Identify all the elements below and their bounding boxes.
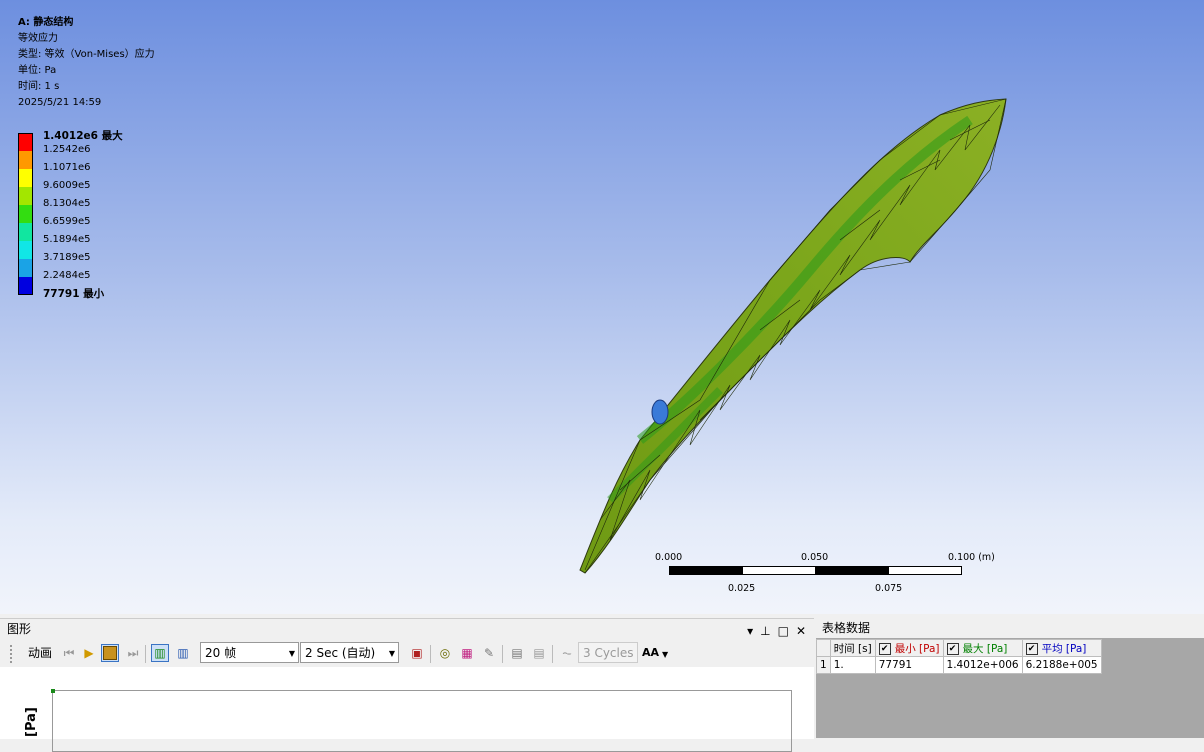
- table-pane-title: 表格数据: [822, 621, 871, 635]
- play-icon[interactable]: ▶: [80, 644, 98, 662]
- graph-area[interactable]: [Pa]: [0, 667, 814, 752]
- aa-dropdown-icon[interactable]: ▼: [662, 645, 668, 665]
- plot-origin-marker: [51, 689, 55, 693]
- cell-min[interactable]: 77791: [874, 656, 944, 674]
- aa-button[interactable]: AA: [642, 643, 659, 663]
- graphics-viewport[interactable]: A: 静态结构 等效应力 类型: 等效（Von-Mises）应力 单位: Pa …: [0, 0, 1204, 614]
- tabular-data-pane: 表格数据 时间 [s] ✔ 最小 [Pa] ✔ 最大 [Pa] ✔ 平均 [Pa] 1…: [816, 618, 1204, 738]
- result-sets-icon[interactable]: ▥: [174, 644, 192, 662]
- toolbar-separator: [145, 645, 146, 663]
- column-header-max[interactable]: ✔ 最大 [Pa]: [942, 639, 1023, 657]
- checkbox-min[interactable]: ✔: [878, 642, 891, 655]
- previous-frame-icon[interactable]: ⏮: [60, 644, 78, 662]
- table-row[interactable]: 1 1. 77791 1.4012e+006 6.2188e+005: [816, 656, 1102, 674]
- next-frame-icon[interactable]: ⏭: [124, 644, 142, 662]
- scale-label-100: 0.100 (m): [948, 552, 995, 563]
- tabular-data-table[interactable]: 时间 [s] ✔ 最小 [Pa] ✔ 最大 [Pa] ✔ 平均 [Pa] 1 1. 7…: [816, 639, 1102, 674]
- probe-icon[interactable]: ✎: [480, 644, 498, 662]
- frames-value: 20 帧: [205, 646, 237, 660]
- scale-bar: 0.000 0.050 0.100 (m) 0.025 0.075: [640, 550, 1010, 600]
- scale-segment-3: [815, 566, 889, 575]
- maximize-icon[interactable]: □: [778, 621, 789, 641]
- scale-segment-4: [888, 566, 962, 575]
- model-body[interactable]: [579, 98, 1007, 574]
- duration-select[interactable]: 2 Sec (自动) ▼: [300, 642, 399, 663]
- stop-icon: [103, 646, 117, 660]
- scale-segment-2: [742, 566, 816, 575]
- cycles-value: 3 Cycles: [583, 646, 634, 660]
- cell-avg[interactable]: 6.2188e+005: [1021, 656, 1102, 674]
- scale-label-025: 0.025: [728, 583, 756, 594]
- cycles-input[interactable]: 3 Cycles: [578, 642, 638, 663]
- column-header-min[interactable]: ✔ 最小 [Pa]: [874, 639, 944, 657]
- row-index: 1: [816, 656, 831, 674]
- distributed-frames-icon[interactable]: ▥: [151, 644, 169, 662]
- stress-contour-model[interactable]: [0, 0, 1204, 614]
- cell-max[interactable]: 1.4012e+006: [942, 656, 1023, 674]
- column-header-avg[interactable]: ✔ 平均 [Pa]: [1021, 639, 1102, 657]
- scale-label-075: 0.075: [875, 583, 903, 594]
- graph-pane-title: 图形: [7, 622, 32, 636]
- y-axis-label: [Pa]: [24, 707, 39, 737]
- cell-time[interactable]: 1.: [829, 656, 876, 674]
- column-header-time[interactable]: 时间 [s]: [829, 639, 876, 657]
- scale-label-050: 0.050: [801, 552, 829, 563]
- chevron-down-icon: ▼: [388, 649, 395, 658]
- graph-pane: 图形 ▾ ⊥ □ ✕ 动画 ⏮ ▶ ⏭ ▥ ▥ 20 帧 ▼ 2 Sec (自动)…: [0, 618, 814, 752]
- chevron-down-icon: ▼: [288, 649, 295, 658]
- toolbar-separator: [502, 645, 503, 663]
- pane-menu-icon[interactable]: ▾: [747, 621, 753, 641]
- scale-label-0: 0.000: [655, 552, 683, 563]
- cycles-icon[interactable]: ⏦: [558, 644, 576, 662]
- low-stress-region: [651, 399, 669, 425]
- table-pane-titlebar: 表格数据: [816, 618, 1204, 638]
- checkbox-max[interactable]: ✔: [946, 642, 959, 655]
- row-header-corner: [816, 639, 831, 657]
- toolbar-grip[interactable]: [10, 645, 16, 663]
- table-icon[interactable]: ▤: [530, 644, 548, 662]
- toolbar-separator: [552, 645, 553, 663]
- scale-segment-1: [669, 566, 743, 575]
- column-max-label: 最大 [Pa]: [962, 642, 1008, 655]
- frames-select[interactable]: 20 帧 ▼: [200, 642, 299, 663]
- export-video-icon[interactable]: ▣: [408, 644, 426, 662]
- duration-value: 2 Sec (自动): [305, 646, 376, 660]
- zoom-fit-icon[interactable]: ◎: [436, 644, 454, 662]
- plot-frame: [51, 689, 792, 752]
- close-icon[interactable]: ✕: [796, 621, 806, 641]
- checkbox-avg[interactable]: ✔: [1025, 642, 1038, 655]
- contour-icon[interactable]: ▦: [458, 644, 476, 662]
- chart-icon[interactable]: ▤: [508, 644, 526, 662]
- table-header-row: 时间 [s] ✔ 最小 [Pa] ✔ 最大 [Pa] ✔ 平均 [Pa]: [816, 639, 1102, 657]
- animate-label: 动画: [28, 646, 53, 660]
- column-avg-label: 平均 [Pa]: [1041, 642, 1087, 655]
- column-min-label: 最小 [Pa]: [894, 642, 940, 655]
- stop-button[interactable]: [101, 644, 119, 662]
- pin-icon[interactable]: ⊥: [760, 621, 770, 641]
- graph-pane-titlebar: 图形 ▾ ⊥ □ ✕: [0, 619, 814, 639]
- toolbar-separator: [430, 645, 431, 663]
- animation-toolbar: 动画 ⏮ ▶ ⏭ ▥ ▥ 20 帧 ▼ 2 Sec (自动) ▼ ▣ ◎ ▦ ✎ ▤…: [0, 639, 814, 668]
- column-time-label: 时间 [s]: [833, 642, 872, 655]
